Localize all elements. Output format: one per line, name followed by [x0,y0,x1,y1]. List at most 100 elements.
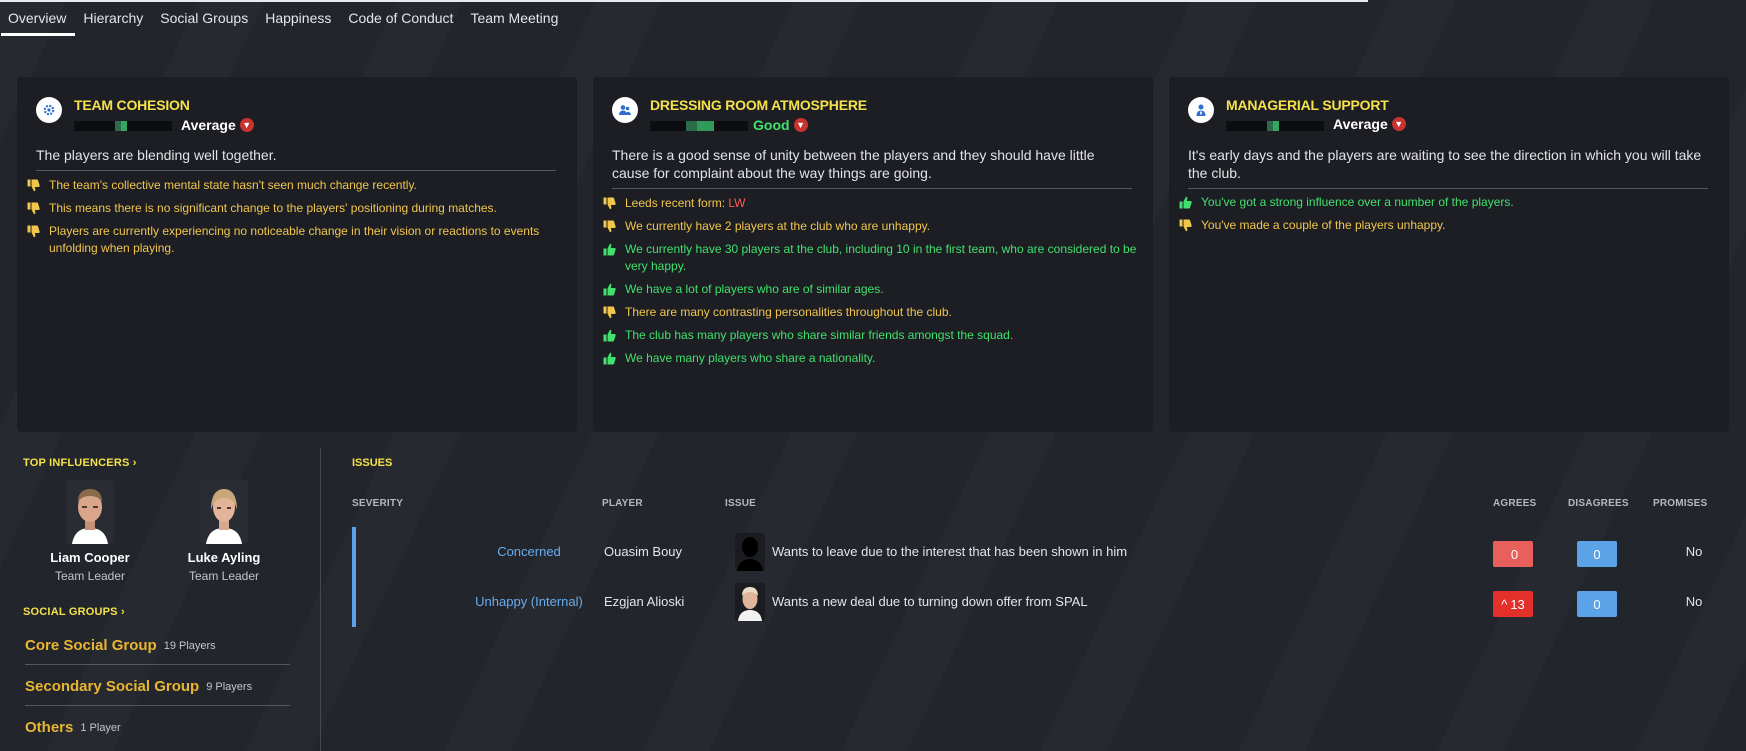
issue-player[interactable]: Ezgjan Alioski [604,577,684,627]
rating-label: Average [1333,116,1388,132]
thumbs-down-icon [603,306,616,319]
header-player[interactable]: PLAYER [602,498,643,509]
tab-happiness[interactable]: Happiness [257,0,340,36]
card-title: DRESSING ROOM ATMOSPHERE [650,97,867,113]
player-photo [200,480,248,544]
row-accent [352,577,356,627]
social-group-count: 19 Players [163,640,216,652]
negative-factor: You've made a couple of the players unha… [1179,217,1719,234]
managerial-support-card: MANAGERIAL SUPPORT Average ▼ It's early … [1169,77,1729,432]
top-influencers-link[interactable]: TOP INFLUENCERS › [23,457,137,469]
social-group-secondary[interactable]: Secondary Social Group 9 Players [25,667,290,706]
trend-down-icon[interactable]: ▼ [793,118,808,132]
factor-text: You've made a couple of the players unha… [1201,218,1446,232]
player-name: Luke Ayling [187,550,261,565]
factor-text: Players are currently experiencing no no… [49,224,540,255]
factor-text: We have a lot of players who are of simi… [625,282,884,296]
player-name: Liam Cooper [50,550,130,565]
issue-description: Wants to leave due to the interest that … [772,544,1128,559]
rating-bar-fill [1267,121,1279,131]
card-title: TEAM COHESION [74,97,190,113]
trend-down-icon[interactable]: ▼ [1391,117,1406,131]
social-group-count: 1 Player [80,722,121,734]
player-photo [735,583,765,621]
rating-label: Good [753,117,790,133]
tab-hierarchy[interactable]: Hierarchy [75,0,152,36]
agrees-badge[interactable]: ^ 13 [1493,591,1533,617]
positive-factor: You've got a strong influence over a num… [1179,194,1719,211]
manager-icon [1188,97,1214,123]
rating-bar [1226,121,1324,131]
form-value: LW [728,196,746,210]
gear-icon [36,97,62,123]
tab-overview[interactable]: Overview [0,0,76,36]
factor-list: The team's collective mental state hasn'… [27,177,567,263]
rating-label: Average [181,117,236,133]
social-group-core[interactable]: Core Social Group 19 Players [25,626,290,665]
rating: Average ▼ [181,117,254,133]
factor-text: You've got a strong influence over a num… [1201,195,1514,209]
thumbs-down-icon [27,179,40,192]
disagrees-badge[interactable]: 0 [1577,591,1617,617]
thumbs-down-icon [603,220,616,233]
social-groups-link[interactable]: SOCIAL GROUPS › [23,606,125,618]
header-issue[interactable]: ISSUE [725,498,756,509]
positive-factor: We currently have 30 players at the club… [603,241,1143,275]
agrees-badge[interactable]: 0 [1493,541,1533,567]
header-promises[interactable]: PROMISES [1653,498,1707,509]
issue-row[interactable]: Unhappy (Internal) Ezgjan Alioski Wants … [352,577,1702,627]
player-silhouette-icon [735,533,765,571]
tab-team-meeting[interactable]: Team Meeting [462,0,567,36]
player-photo [66,480,114,544]
social-group-others[interactable]: Others 1 Player [25,708,290,746]
rating-bar [74,121,172,131]
factor-text: We have many players who share a nationa… [625,351,876,365]
player-role: Team Leader [188,569,260,583]
header-severity[interactable]: SEVERITY [352,498,403,509]
thumbs-up-icon [603,283,616,296]
thumbs-down-icon [27,225,40,238]
tab-social-groups[interactable]: Social Groups [152,0,257,36]
rating-bar-fill [686,121,714,131]
influencer-card[interactable]: Liam Cooper Team Leader [30,480,150,583]
negative-factor: This means there is no significant chang… [27,200,567,217]
factor-text: This means there is no significant chang… [49,201,497,215]
rating-bar-fill [115,121,127,131]
issue-description: Wants a new deal due to turning down off… [772,594,1088,609]
disagrees-value: 0 [1593,596,1601,612]
promises-value: No [1685,594,1703,609]
negative-factor: Players are currently experiencing no no… [27,223,567,257]
rating-bar [650,121,748,131]
negative-factor: Leeds recent form: LW [603,195,1143,212]
card-summary: There is a good sense of unity between t… [612,146,1132,189]
influencer-card[interactable]: Luke Ayling Team Leader [164,480,284,583]
dressing-room-atmosphere-card: DRESSING ROOM ATMOSPHERE Good ▼ There is… [593,77,1153,432]
issue-row[interactable]: Concerned Ouasim Bouy Wants to leave due… [352,527,1702,577]
tab-code-of-conduct[interactable]: Code of Conduct [340,0,462,36]
social-group-name: Secondary Social Group [25,677,200,695]
thumbs-up-icon [603,243,616,256]
social-group-count: 9 Players [206,681,253,693]
team-cohesion-card: TEAM COHESION Average ▼ The players are … [17,77,577,432]
rating: Average ▼ [1333,116,1406,132]
rating: Good ▼ [753,117,808,133]
factor-text: We currently have 30 players at the club… [625,242,1137,273]
social-group-name: Others [25,718,74,736]
agrees-value: 13 [1510,596,1525,612]
positive-factor: We have a lot of players who are of simi… [603,281,1143,298]
agrees-value: 0 [1510,546,1519,562]
card-title: MANAGERIAL SUPPORT [1226,97,1389,113]
factor-list: You've got a strong influence over a num… [1179,194,1719,240]
issues-title: ISSUES [352,457,393,469]
social-group-name: Core Social Group [25,636,157,654]
thumbs-up-icon [603,352,616,365]
player-role: Team Leader [54,569,126,583]
trend-down-icon[interactable]: ▼ [239,118,254,132]
people-icon [612,97,638,123]
header-agrees[interactable]: AGREES [1493,498,1536,509]
issue-player[interactable]: Ouasim Bouy [604,527,682,577]
header-disagrees[interactable]: DISAGREES [1568,498,1629,509]
trend-up-icon: ^ [1501,596,1508,612]
disagrees-badge[interactable]: 0 [1577,541,1617,567]
factor-text: We currently have 2 players at the club … [625,219,931,233]
